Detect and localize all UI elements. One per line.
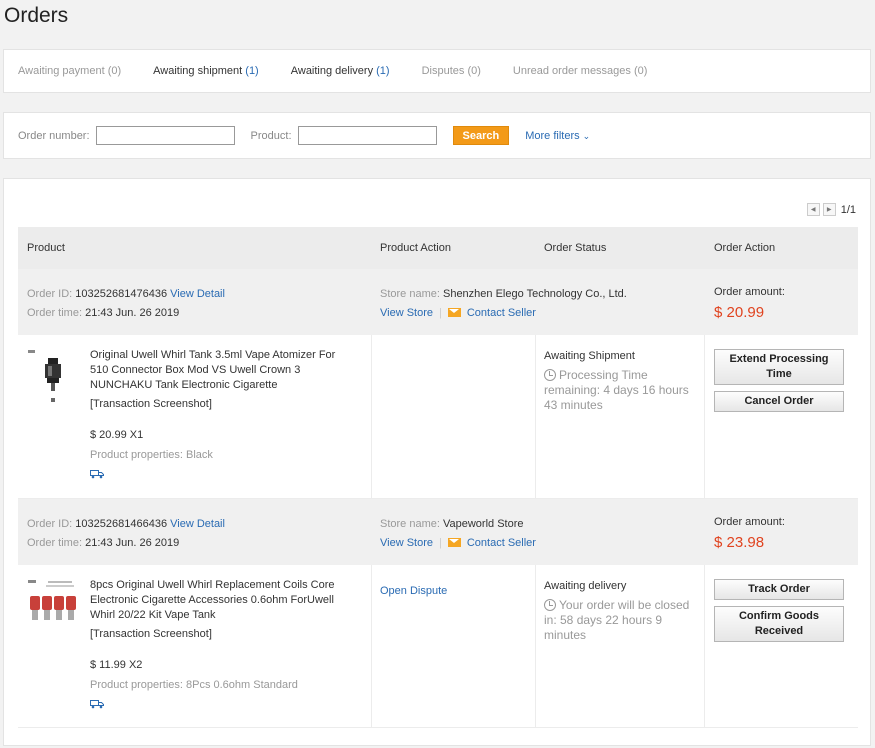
product-thumbnail[interactable]	[26, 348, 82, 408]
table-header: Product Product Action Order Status Orde…	[18, 227, 858, 269]
pagination: ◀ ▶ 1/1	[804, 203, 856, 216]
envelope-icon	[447, 308, 461, 317]
product-thumbnail[interactable]	[26, 578, 82, 638]
order-number-label: Order number:	[18, 129, 90, 142]
order-header: Order ID: 103252681476436 View Detail Or…	[18, 269, 858, 335]
status-tabs: Awaiting payment (0) Awaiting shipment (…	[3, 49, 871, 93]
view-detail-link[interactable]: View Detail	[170, 518, 225, 530]
tab-awaiting-delivery[interactable]: Awaiting delivery (1)	[291, 65, 390, 77]
page-title: Orders	[4, 4, 69, 27]
order-amount-label: Order amount:	[714, 286, 785, 298]
envelope-icon	[447, 538, 461, 547]
price-qty: $ 20.99 X1	[90, 429, 144, 441]
time-remaining: Processing Time remaining: 4 days 16 hou…	[544, 368, 689, 412]
order-id: 103252681466436	[75, 518, 168, 530]
chevron-down-icon: ⌄	[582, 130, 591, 141]
order-amount: $ 20.99	[714, 304, 765, 321]
tab-awaiting-payment[interactable]: Awaiting payment (0)	[18, 65, 121, 77]
product-properties: Product properties: 8Pcs 0.6ohm Standard	[90, 679, 298, 691]
triangle-right-icon: ▶	[826, 207, 832, 213]
product-action-cell: Open Dispute	[372, 565, 536, 727]
product-title-link[interactable]: 8pcs Original Uwell Whirl Replacement Co…	[90, 578, 352, 623]
confirm-goods-received-button[interactable]: Confirm Goods Received	[714, 606, 844, 642]
order-amount: $ 23.98	[714, 534, 765, 551]
tab-disputes[interactable]: Disputes (0)	[422, 65, 481, 77]
product-action-cell	[372, 335, 536, 498]
product-title-link[interactable]: Original Uwell Whirl Tank 3.5ml Vape Ato…	[90, 348, 352, 393]
tab-awaiting-shipment[interactable]: Awaiting shipment (1)	[153, 65, 259, 77]
search-button[interactable]: Search	[452, 126, 510, 145]
contact-seller-link[interactable]: Contact Seller	[447, 537, 536, 549]
open-dispute-link[interactable]: Open Dispute	[380, 585, 447, 597]
header-order-status: Order Status	[544, 242, 607, 254]
product-label: Product:	[250, 129, 292, 142]
truck-icon	[90, 699, 104, 709]
triangle-left-icon: ◀	[810, 207, 816, 213]
view-detail-link[interactable]: View Detail	[170, 288, 225, 300]
truck-icon	[90, 469, 104, 479]
order-time: 21:43 Jun. 26 2019	[85, 307, 180, 319]
header-product: Product	[27, 242, 65, 254]
price-qty: $ 11.99 X2	[90, 659, 143, 671]
order-number-input[interactable]	[95, 126, 235, 145]
store-name: Shenzhen Elego Technology Co., Ltd.	[442, 288, 627, 300]
order-row: 8pcs Original Uwell Whirl Replacement Co…	[18, 565, 858, 728]
pager-next-button[interactable]: ▶	[822, 203, 836, 216]
tab-unread-messages[interactable]: Unread order messages (0)	[513, 65, 648, 77]
pager-prev-button[interactable]: ◀	[806, 203, 820, 216]
clock-icon	[544, 369, 556, 381]
product-input[interactable]	[297, 126, 437, 145]
contact-seller-link[interactable]: Contact Seller	[447, 307, 536, 319]
orders-panel: ◀ ▶ 1/1 Product Product Action Order Sta…	[3, 178, 871, 746]
order-amount-label: Order amount:	[714, 516, 785, 528]
order-id: 103252681476436	[75, 288, 168, 300]
track-order-button[interactable]: Track Order	[714, 579, 844, 600]
more-filters-link[interactable]: More filters ⌄	[525, 130, 590, 142]
view-store-link[interactable]: View Store	[380, 307, 433, 319]
filter-bar: Order number: Product: Search More filte…	[3, 112, 871, 159]
header-order-action: Order Action	[714, 242, 776, 254]
clock-icon	[544, 599, 556, 611]
order-row: Original Uwell Whirl Tank 3.5ml Vape Ato…	[18, 335, 858, 499]
cancel-order-button[interactable]: Cancel Order	[714, 391, 844, 412]
order-header: Order ID: 103252681466436 View Detail Or…	[18, 499, 858, 565]
transaction-screenshot-link[interactable]: [Transaction Screenshot]	[90, 627, 352, 642]
header-product-action: Product Action	[380, 242, 451, 254]
product-properties: Product properties: Black	[90, 449, 213, 461]
store-name: Vapeworld Store	[442, 518, 524, 530]
transaction-screenshot-link[interactable]: [Transaction Screenshot]	[90, 397, 352, 412]
order-status: Awaiting delivery	[544, 580, 627, 592]
view-store-link[interactable]: View Store	[380, 537, 433, 549]
order-time: 21:43 Jun. 26 2019	[85, 537, 180, 549]
time-remaining: Your order will be closed in: 58 days 22…	[544, 598, 690, 642]
extend-processing-time-button[interactable]: Extend Processing Time	[714, 349, 844, 385]
order-status: Awaiting Shipment	[544, 350, 635, 362]
page-indicator: 1/1	[840, 203, 856, 216]
